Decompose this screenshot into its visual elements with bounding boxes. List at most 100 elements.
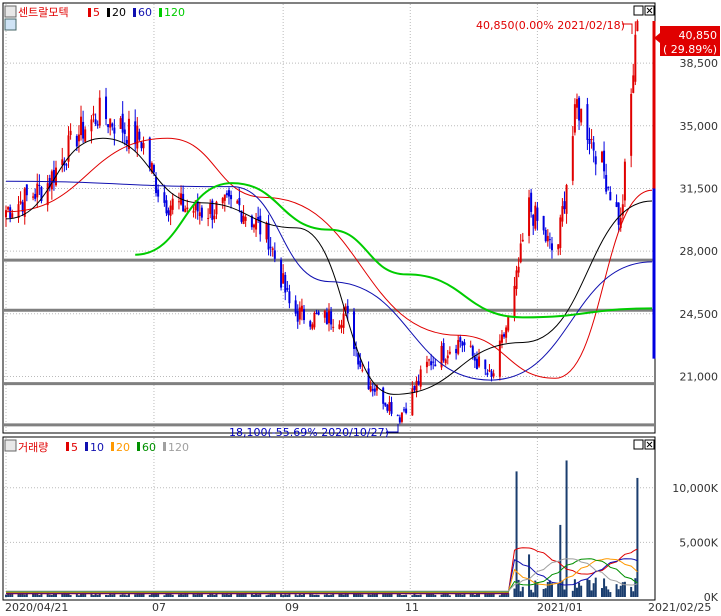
- price-tick-label-3: 28,000: [680, 245, 719, 258]
- volume-bar: [573, 579, 576, 597]
- volume-bar: [382, 594, 385, 597]
- candle-body: [148, 137, 151, 168]
- volume-legend-label-1: 10: [90, 441, 104, 454]
- price-legend-swatch-1: [107, 8, 110, 17]
- volume-bar: [182, 594, 185, 597]
- volume-bar: [75, 593, 78, 597]
- candle-body: [238, 198, 241, 206]
- candle-body: [559, 217, 562, 249]
- candle-body: [600, 151, 603, 163]
- x-tick-label-0: 2020/04/21: [5, 601, 68, 614]
- candle-body: [400, 412, 403, 422]
- candle-body: [346, 305, 349, 314]
- price-legend-label-3: 120: [164, 6, 185, 19]
- minimize-button-volume[interactable]: [633, 439, 644, 450]
- volume-legend-swatch-4: [163, 442, 166, 451]
- x-tick-label-1: 07: [152, 601, 166, 614]
- candle-body: [96, 124, 99, 126]
- stock-chart: 38,500 35,000 31,500 28,000 24,500 21,000 10,0…: [0, 0, 721, 616]
- candle-body: [557, 244, 560, 250]
- candle-body: [38, 185, 41, 187]
- volume-bar: [403, 594, 406, 597]
- candle-body: [473, 356, 476, 361]
- candle-body: [171, 198, 174, 210]
- candle-body: [546, 235, 549, 242]
- candle-body: [7, 207, 10, 210]
- candle-body: [430, 361, 433, 366]
- candle-body: [417, 381, 420, 385]
- volume-bar: [111, 594, 114, 597]
- volume-bar: [519, 591, 522, 597]
- volume-bar: [405, 594, 408, 597]
- price-plot-area: [2, 2, 656, 434]
- volume-bar: [592, 583, 595, 597]
- candle-body: [225, 193, 228, 196]
- volume-bar: [148, 594, 151, 597]
- candle-body: [177, 201, 180, 203]
- volume-bar: [615, 584, 618, 597]
- candle-body: [588, 139, 591, 144]
- candle-body: [434, 364, 437, 367]
- volume-bar: [294, 594, 297, 597]
- candle-body: [163, 192, 166, 203]
- candle-body: [19, 201, 22, 204]
- candle-body: [455, 348, 458, 354]
- price-tick-label-2: 31,500: [680, 182, 719, 195]
- candle-body: [9, 207, 12, 218]
- candle-body: [517, 266, 520, 273]
- candle-body: [636, 21, 639, 32]
- volume-bar: [544, 588, 547, 597]
- volume-bar: [267, 594, 270, 597]
- volume-bar: [607, 589, 610, 597]
- volume-bar: [5, 594, 7, 597]
- candle-body: [419, 369, 422, 387]
- candle-body: [503, 334, 506, 337]
- volume-bar: [548, 580, 551, 597]
- volume-bar: [107, 595, 110, 597]
- minimize-button[interactable]: [633, 5, 644, 16]
- volume-bar: [194, 594, 197, 597]
- candle-body: [107, 124, 110, 128]
- candle-body: [519, 243, 522, 263]
- volume-legend-swatch-3: [137, 442, 140, 451]
- price-title: 센트랄모텍: [18, 6, 69, 19]
- volume-bar: [215, 593, 218, 597]
- volume-legend-label-4: 120: [168, 441, 189, 454]
- candle-body: [463, 342, 466, 346]
- candle-body: [313, 312, 316, 328]
- volume-bar: [578, 582, 581, 597]
- candle-body: [90, 119, 93, 132]
- candle-body: [223, 194, 226, 201]
- candle-body: [469, 345, 472, 347]
- candle-body: [142, 143, 145, 149]
- volume-bar: [434, 594, 437, 597]
- candle-body: [532, 214, 535, 226]
- candle-body: [111, 123, 114, 127]
- candle-body: [580, 108, 583, 123]
- volume-bar: [50, 594, 53, 597]
- x-tick-label-2: 09: [285, 601, 299, 614]
- candle-body: [328, 310, 330, 324]
- candle-body: [244, 217, 247, 221]
- candle-body: [534, 205, 537, 229]
- candle-body: [113, 127, 116, 134]
- candle-body: [269, 246, 272, 248]
- volume-bar: [48, 594, 51, 597]
- candle-body: [227, 190, 230, 197]
- volume-bar: [317, 594, 320, 597]
- candle-body: [405, 408, 408, 413]
- volume-bar: [546, 581, 549, 597]
- candle-body: [75, 135, 78, 147]
- candle-body: [284, 274, 287, 293]
- volume-panel-icon: [4, 439, 17, 452]
- candle-body: [77, 134, 80, 142]
- last-change-label: ( 29.89%): [663, 43, 717, 56]
- candle-body: [396, 415, 399, 417]
- candle-body: [488, 369, 491, 372]
- volume-bar: [600, 588, 603, 597]
- volume-bar: [530, 589, 533, 597]
- volume-bar: [561, 580, 564, 597]
- volume-bar: [311, 594, 314, 597]
- volume-bar: [134, 594, 137, 597]
- candle-body: [413, 385, 416, 390]
